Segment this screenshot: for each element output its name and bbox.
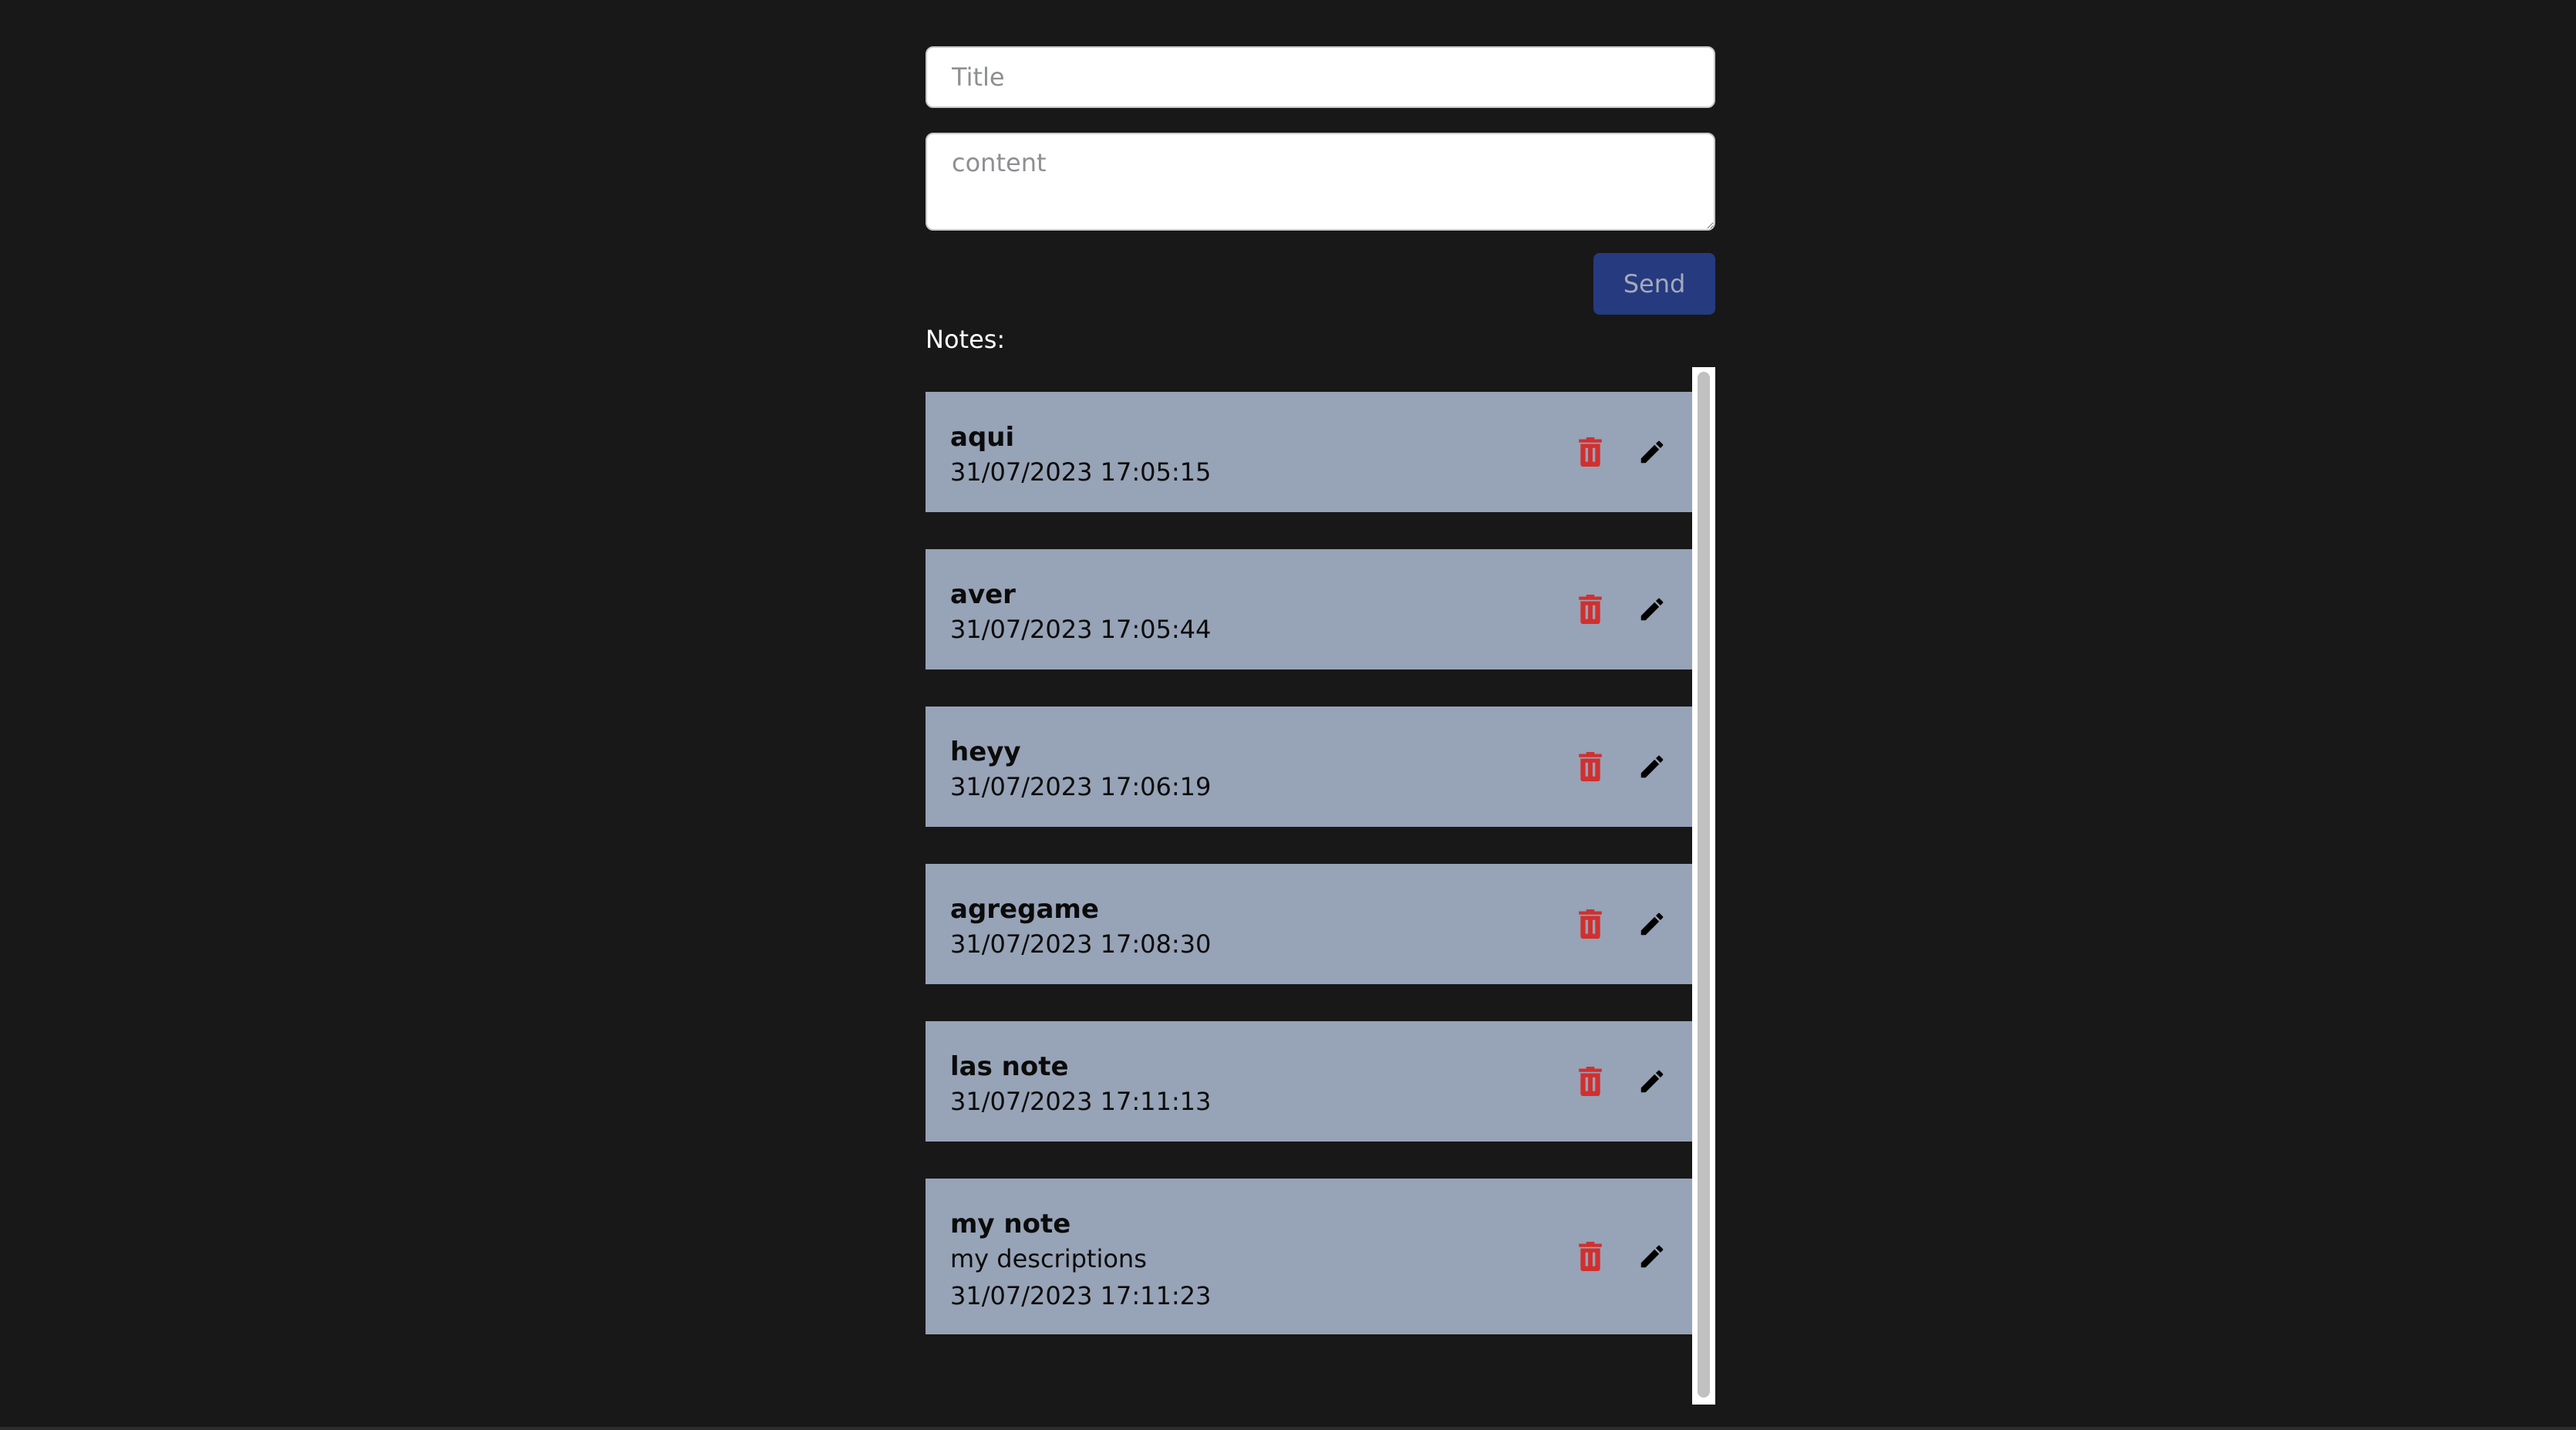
notes-scroll-container[interactable]: aqui 31/07/2023 17:05:15 aver 31/07/2023…	[926, 367, 1715, 1405]
pencil-icon[interactable]	[1637, 909, 1667, 939]
pencil-icon[interactable]	[1637, 751, 1667, 782]
trash-icon[interactable]	[1575, 751, 1606, 782]
scrollbar[interactable]	[1692, 367, 1715, 1405]
note-title: heyy	[950, 737, 1021, 767]
note-app: Send Notes: aqui 31/07/2023 17:05:15	[926, 46, 1715, 1405]
note-card: agregame 31/07/2023 17:08:30	[926, 864, 1692, 984]
notes-heading: Notes:	[926, 325, 1006, 354]
note-title: las note	[950, 1051, 1069, 1082]
note-card: aver 31/07/2023 17:05:44	[926, 549, 1692, 669]
note-card: las note 31/07/2023 17:11:13	[926, 1021, 1692, 1142]
pencil-icon[interactable]	[1637, 594, 1667, 625]
note-title: aqui	[950, 422, 1015, 453]
note-list: aqui 31/07/2023 17:05:15 aver 31/07/2023…	[926, 392, 1692, 1371]
note-timestamp: 31/07/2023 17:05:44	[950, 615, 1212, 644]
send-row: Send	[926, 253, 1715, 315]
note-timestamp: 31/07/2023 17:11:23	[950, 1281, 1212, 1310]
note-actions	[1575, 751, 1667, 782]
trash-icon[interactable]	[1575, 594, 1606, 625]
pencil-icon[interactable]	[1637, 437, 1667, 467]
trash-icon[interactable]	[1575, 437, 1606, 467]
content-textarea[interactable]	[926, 133, 1715, 231]
trash-icon[interactable]	[1575, 909, 1606, 939]
note-card: my note my descriptions 31/07/2023 17:11…	[926, 1179, 1692, 1334]
note-timestamp: 31/07/2023 17:06:19	[950, 772, 1212, 801]
pencil-icon[interactable]	[1637, 1241, 1667, 1272]
note-actions	[1575, 594, 1667, 625]
scrollbar-thumb[interactable]	[1698, 372, 1710, 1398]
note-actions	[1575, 437, 1667, 467]
note-card: heyy 31/07/2023 17:06:19	[926, 707, 1692, 827]
note-title: my note	[950, 1209, 1071, 1239]
note-actions	[1575, 909, 1667, 939]
note-actions	[1575, 1241, 1667, 1272]
title-input[interactable]	[926, 46, 1715, 108]
note-description: my descriptions	[950, 1244, 1147, 1273]
note-title: aver	[950, 579, 1016, 610]
trash-icon[interactable]	[1575, 1241, 1606, 1272]
note-card: aqui 31/07/2023 17:05:15	[926, 392, 1692, 512]
bottom-divider	[0, 1427, 2576, 1430]
send-button[interactable]: Send	[1593, 253, 1715, 315]
note-timestamp: 31/07/2023 17:08:30	[950, 929, 1212, 959]
note-title: agregame	[950, 894, 1099, 925]
note-timestamp: 31/07/2023 17:05:15	[950, 457, 1212, 487]
note-timestamp: 31/07/2023 17:11:13	[950, 1087, 1212, 1116]
pencil-icon[interactable]	[1637, 1066, 1667, 1097]
trash-icon[interactable]	[1575, 1066, 1606, 1097]
note-actions	[1575, 1066, 1667, 1097]
